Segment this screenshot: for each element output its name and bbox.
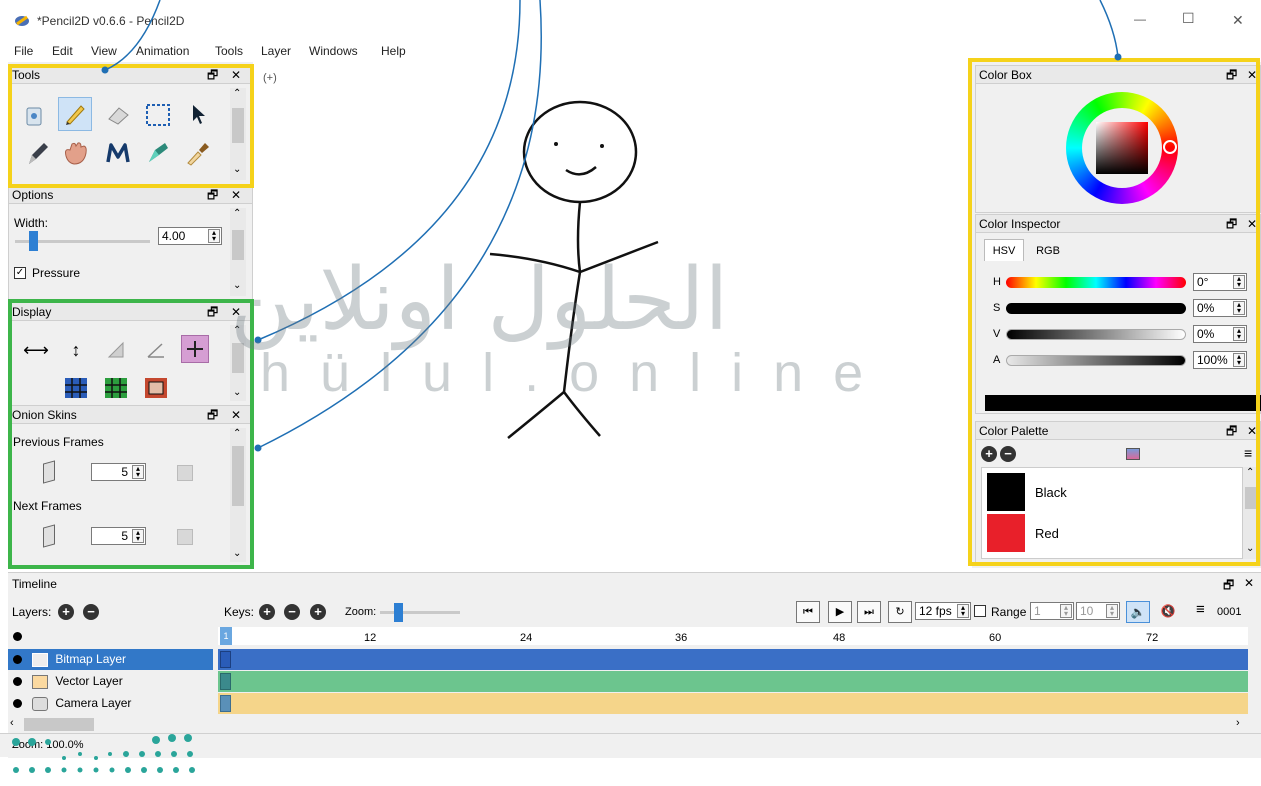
sound-mute-icon[interactable]: 🔇 xyxy=(1156,601,1180,623)
stick-figure-drawing xyxy=(489,100,659,439)
keys-label: Keys: xyxy=(224,605,255,619)
add-key-icon[interactable]: + xyxy=(259,604,275,620)
timeline-title: Timeline xyxy=(12,577,57,591)
float-icon[interactable]: 🗗 xyxy=(207,186,218,204)
range-end-spinbox[interactable]: 10 ▴ ▾ xyxy=(1076,602,1120,620)
frame-counter: 0001 xyxy=(1217,606,1242,618)
visibility-icon[interactable] xyxy=(13,677,22,686)
menu-animation[interactable]: Animation xyxy=(136,44,189,58)
scroll-left-icon[interactable]: ‹ xyxy=(10,717,14,729)
range-start-value: 1 xyxy=(1034,604,1041,618)
layers-label: Layers: xyxy=(12,605,52,619)
frame-ruler[interactable]: 1 12 24 36 48 60 72 xyxy=(218,627,1248,645)
color-panels-highlight-box xyxy=(968,58,1260,566)
layer-name: Vector Layer xyxy=(55,674,123,688)
spin-arrows-icon[interactable]: ▴ ▾ xyxy=(1060,604,1072,618)
menu-view[interactable]: View xyxy=(91,44,117,58)
bitmap-keyframe[interactable] xyxy=(220,651,231,668)
camera-layer-icon xyxy=(32,696,48,711)
tick-24: 24 xyxy=(520,632,533,644)
current-frame-number: 1 xyxy=(223,631,229,641)
float-icon[interactable]: 🗗 xyxy=(1223,576,1234,597)
zoom-label: Zoom: xyxy=(345,606,377,618)
options-panel: Options 🗗 ✕ Width: 4.00 ▴ ▾ ✓ Pressure ⌃ … xyxy=(8,185,253,300)
drawing-canvas[interactable]: (+) xyxy=(254,62,970,568)
scroll-up-icon[interactable]: ⌃ xyxy=(233,208,241,219)
tick-12: 12 xyxy=(364,632,377,644)
bitmap-layer-track[interactable] xyxy=(218,649,1248,670)
fps-spinbox[interactable]: 12 fps ▴ ▾ xyxy=(915,602,971,620)
add-layer-icon[interactable]: + xyxy=(58,604,74,620)
dots-logo-icon xyxy=(12,734,195,773)
minimize-button[interactable]: — xyxy=(1134,12,1146,26)
menu-tools[interactable]: Tools xyxy=(215,44,243,58)
current-frame-marker[interactable]: 1 xyxy=(220,627,232,645)
close-icon[interactable]: ✕ xyxy=(1244,576,1254,590)
layer-row-vector[interactable]: Vector Layer xyxy=(8,671,213,692)
spin-arrows-icon[interactable]: ▴ ▾ xyxy=(208,229,220,243)
tick-36: 36 xyxy=(675,632,688,644)
range-end-value: 10 xyxy=(1080,604,1094,618)
menu-layer[interactable]: Layer xyxy=(261,44,291,58)
camera-layer-track[interactable] xyxy=(218,693,1248,714)
tick-60: 60 xyxy=(989,632,1002,644)
spin-arrows-icon[interactable]: ▴ ▾ xyxy=(957,604,969,618)
window-title: *Pencil2D v0.6.6 - Pencil2D xyxy=(37,14,185,28)
remove-key-icon[interactable]: − xyxy=(284,604,300,620)
range-checkbox[interactable] xyxy=(974,605,986,617)
timeline-menu-icon[interactable]: ≡ xyxy=(1196,601,1205,618)
vector-layer-icon xyxy=(32,674,48,689)
title-bar: *Pencil2D v0.6.6 - Pencil2D — ☐ ✕ xyxy=(0,0,1261,42)
pressure-label: Pressure xyxy=(32,266,81,280)
pressure-checkbox[interactable]: ✓ xyxy=(14,267,26,279)
layer-name: Camera Layer xyxy=(55,696,132,710)
spin-arrows-icon[interactable]: ▴ ▾ xyxy=(1106,604,1118,618)
loop-button[interactable]: ↻ xyxy=(888,601,912,623)
visibility-icon[interactable] xyxy=(13,699,22,708)
display-onion-highlight-box xyxy=(8,299,254,569)
timeline-zoom-handle[interactable] xyxy=(394,603,403,622)
layer-row-camera[interactable]: Camera Layer xyxy=(8,693,213,714)
menu-help[interactable]: Help xyxy=(381,44,406,58)
tick-48: 48 xyxy=(833,632,846,644)
camera-keyframe[interactable] xyxy=(220,695,231,712)
fps-value: 12 fps xyxy=(919,604,952,618)
vector-layer-track[interactable] xyxy=(218,671,1248,692)
app-logo-icon xyxy=(14,14,30,28)
remove-layer-icon[interactable]: − xyxy=(83,604,99,620)
duplicate-key-icon[interactable]: + xyxy=(310,604,326,620)
range-label: Range xyxy=(991,605,1027,619)
width-slider-handle[interactable] xyxy=(29,231,38,251)
layer-name: Bitmap Layer xyxy=(55,652,127,666)
width-value: 4.00 xyxy=(162,229,186,243)
bitmap-layer-icon xyxy=(32,652,48,667)
play-button[interactable]: ▶ xyxy=(828,601,852,623)
options-scrollbar[interactable]: ⌃ ⌄ xyxy=(230,208,246,296)
vector-keyframe[interactable] xyxy=(220,673,231,690)
maximize-button[interactable]: ☐ xyxy=(1182,10,1195,27)
width-slider[interactable] xyxy=(15,231,150,251)
timeline-panel: Timeline 🗗 ✕ Layers: + − Keys: + − + Zoo… xyxy=(8,572,1261,758)
menu-file[interactable]: File xyxy=(14,44,33,58)
scroll-right-icon[interactable]: › xyxy=(1236,717,1240,729)
scroll-down-icon[interactable]: ⌄ xyxy=(233,280,241,291)
timeline-zoom-slider[interactable] xyxy=(380,603,460,622)
menu-edit[interactable]: Edit xyxy=(52,44,73,58)
width-label: Width: xyxy=(14,216,49,230)
visibility-all-icon[interactable] xyxy=(13,632,22,641)
options-scroll-thumb[interactable] xyxy=(232,230,244,260)
next-frame-button[interactable]: ⏭ xyxy=(857,601,881,623)
sound-on-icon[interactable]: 🔈 xyxy=(1126,601,1150,623)
close-icon[interactable]: ✕ xyxy=(231,186,241,204)
prev-frame-button[interactable]: ⏮ xyxy=(796,601,820,623)
close-window-button[interactable]: ✕ xyxy=(1232,12,1244,29)
visibility-icon[interactable] xyxy=(13,655,22,664)
timeline-h-scroll-thumb[interactable] xyxy=(24,718,94,731)
tick-72: 72 xyxy=(1146,632,1159,644)
width-spinbox[interactable]: 4.00 ▴ ▾ xyxy=(158,227,222,245)
layer-row-bitmap[interactable]: Bitmap Layer xyxy=(8,649,213,670)
range-start-spinbox[interactable]: 1 ▴ ▾ xyxy=(1030,602,1074,620)
menu-windows[interactable]: Windows xyxy=(309,44,358,58)
tools-highlight-box xyxy=(8,64,254,188)
